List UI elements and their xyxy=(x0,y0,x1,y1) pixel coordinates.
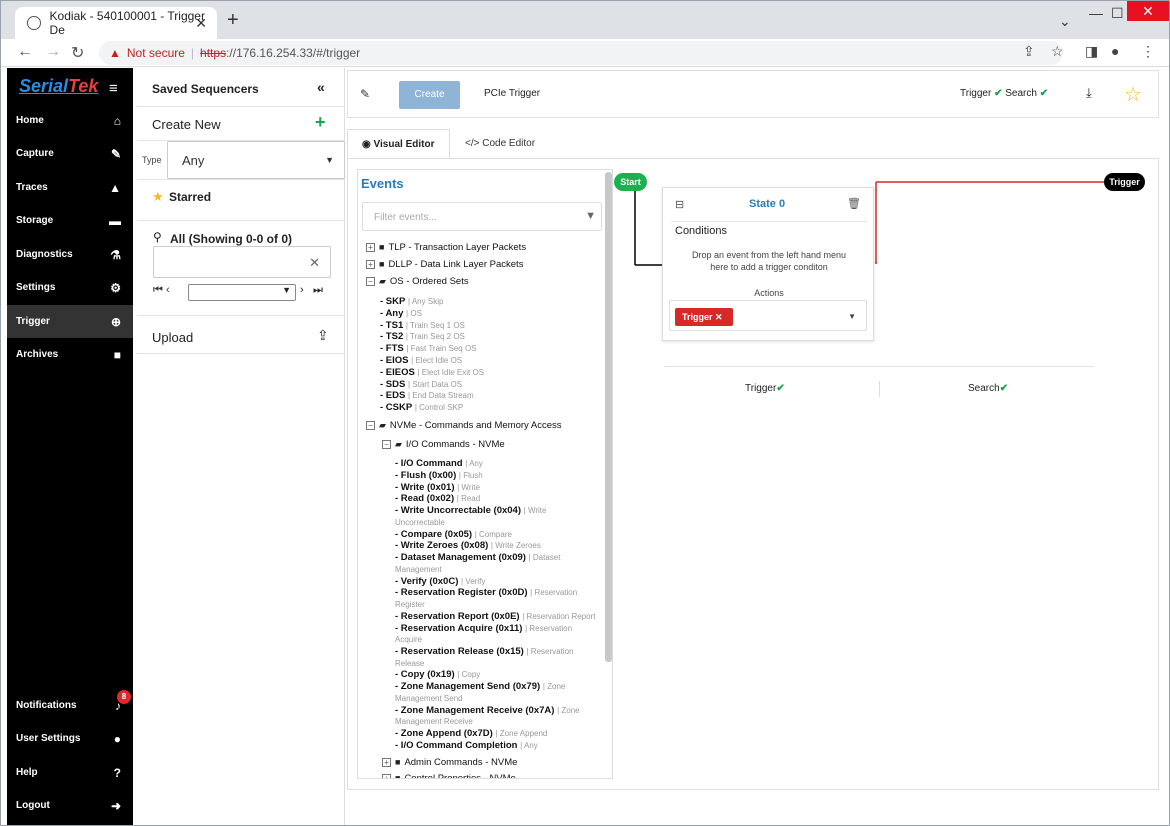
drop-hint: Drop an event from the left hand menu her… xyxy=(663,249,875,273)
trigger-node[interactable]: Trigger xyxy=(1104,173,1145,191)
summary-trigger-label: Trigger xyxy=(745,383,777,394)
drop-hint-2: here to add a trigger conditon xyxy=(710,262,828,272)
conditions-label: Conditions xyxy=(675,225,727,237)
chevron-down-icon: ▼ xyxy=(848,312,856,321)
check-icon: ✔ xyxy=(776,383,785,394)
minimize-state-icon[interactable]: ⊟ xyxy=(675,198,684,211)
drop-hint-1: Drop an event from the left hand menu xyxy=(691,250,847,260)
summary-search-label: Search xyxy=(968,383,1000,394)
actions-select[interactable]: Trigger ✕ ▼ xyxy=(669,300,867,331)
check-icon: ✔ xyxy=(999,383,1009,394)
start-node[interactable]: Start xyxy=(614,173,647,191)
remove-chip-icon[interactable]: ✕ xyxy=(715,312,723,322)
action-chip-trigger[interactable]: Trigger ✕ xyxy=(675,308,733,326)
summary-search: Search✔ xyxy=(968,383,1008,394)
trash-icon[interactable]: 🗑 xyxy=(847,197,861,210)
flow-connectors xyxy=(634,181,1104,269)
action-chip-label: Trigger xyxy=(682,312,713,322)
actions-label: Actions xyxy=(754,288,784,298)
browser-window: Kodiak - 540100001 - Trigger De ✕ + ⌄ — … xyxy=(0,0,1170,826)
summary-trigger: Trigger✔ xyxy=(745,383,785,394)
state-title[interactable]: State 0 xyxy=(749,198,785,210)
